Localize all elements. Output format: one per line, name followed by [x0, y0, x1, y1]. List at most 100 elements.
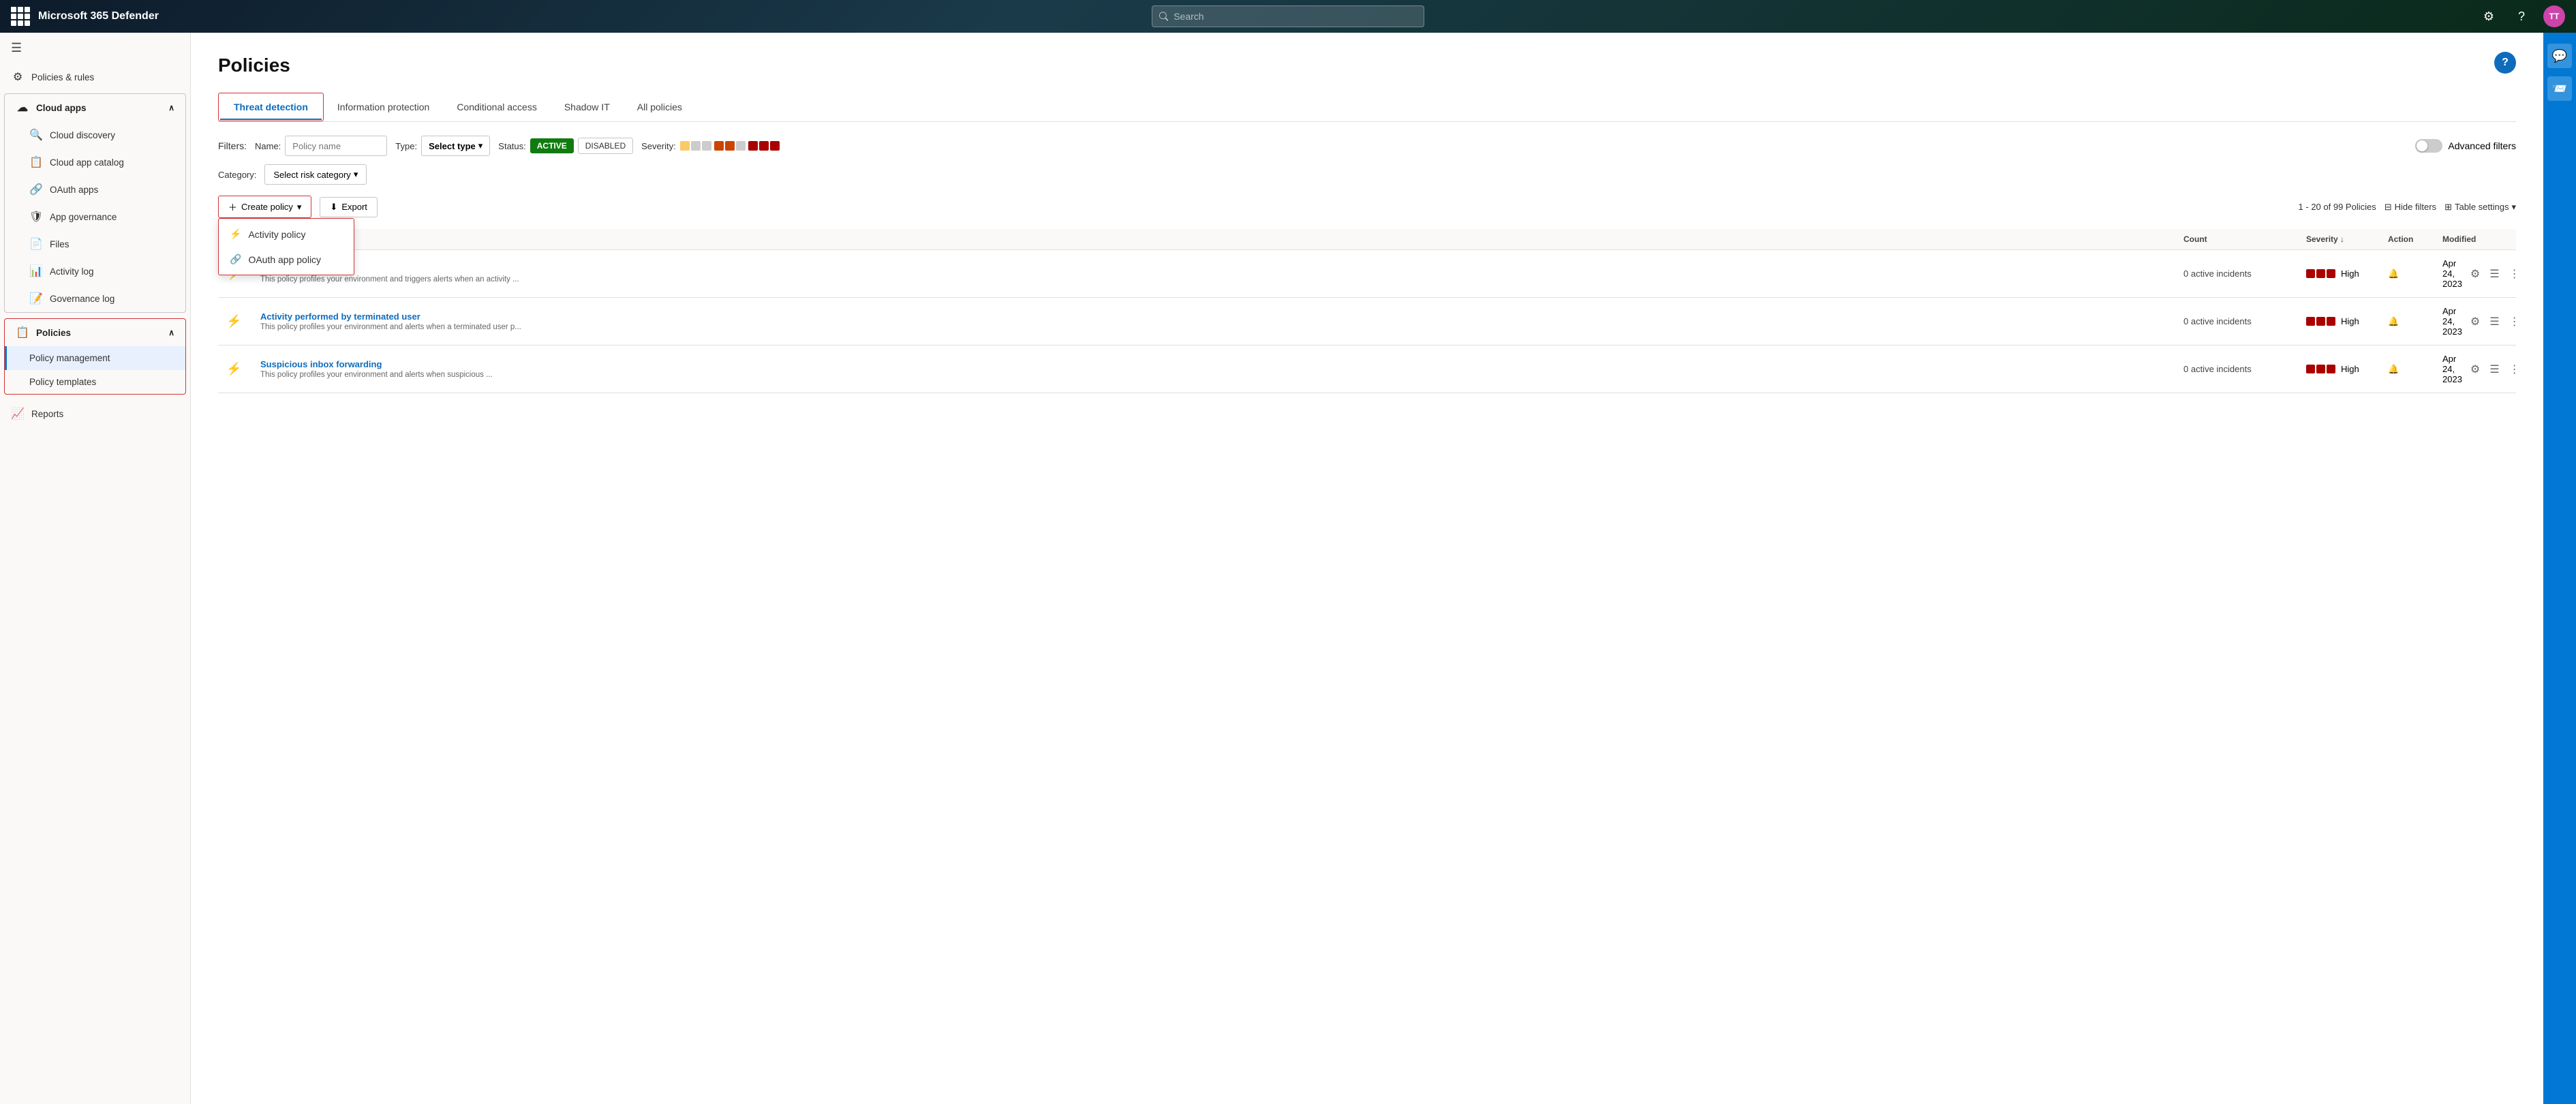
row-settings-2[interactable]: ⚙ [2468, 361, 2483, 378]
th-severity[interactable]: Severity ↓ [2298, 234, 2380, 244]
row-list-1[interactable]: ☰ [2487, 313, 2502, 330]
table-row: ⚡ Activity performed by terminated user … [218, 298, 2516, 346]
search-bar[interactable] [1152, 5, 1424, 27]
sidebar-item-oauth-apps[interactable]: 🔗 OAuth apps [5, 176, 185, 203]
advanced-filters-switch[interactable] [2415, 139, 2442, 153]
row-list-2[interactable]: ☰ [2487, 361, 2502, 378]
cloud-apps-icon: ☁ [16, 101, 29, 114]
row-more-1[interactable]: ⋮ [2506, 313, 2523, 330]
sidebar-item-policies-rules[interactable]: ⚙ Policies & rules [0, 63, 190, 91]
sidebar-label-activity-log: Activity log [50, 266, 94, 277]
filter-severity-group: Severity: [641, 141, 780, 151]
filter-name-group: Name: [255, 136, 387, 156]
sidebar-item-governance-log[interactable]: 📝 Governance log [5, 285, 185, 312]
export-button[interactable]: ⬇ Export [320, 197, 377, 217]
action-bell-1: 🔔 [2388, 316, 2399, 326]
create-policy-button[interactable]: ＋ Create policy ▾ [218, 196, 311, 218]
sidebar-label-cloud-apps: Cloud apps [36, 103, 87, 113]
policy-name-link-1[interactable]: Activity performed by terminated user [260, 311, 2167, 322]
tab-all-policies[interactable]: All policies [624, 93, 696, 121]
tab-shadow-it[interactable]: Shadow IT [551, 93, 624, 121]
sidebar-label-reports: Reports [31, 409, 63, 419]
avatar[interactable]: TT [2543, 5, 2565, 27]
category-chevron: ▾ [354, 169, 358, 180]
sidebar-item-policy-management[interactable]: Policy management [5, 346, 185, 370]
create-policy-dropdown: ⚡ Activity policy 🔗 OAuth app policy [218, 218, 354, 275]
tab-threat-detection[interactable]: Threat detection [220, 95, 322, 119]
row-severity-2: High [2298, 364, 2380, 374]
search-input[interactable] [1174, 11, 1417, 22]
row-more-0[interactable]: ⋮ [2506, 266, 2523, 282]
sidebar-item-cloud-app-catalog[interactable]: 📋 Cloud app catalog [5, 149, 185, 176]
sidebar-item-policies[interactable]: 📋 Policies ∧ [5, 319, 185, 346]
sev-sq-3 [2327, 269, 2335, 278]
app-governance-icon: 🛡 [29, 210, 43, 224]
right-panel-chat-button[interactable]: 💬 [2547, 44, 2572, 68]
count-text: 1 - 20 of 99 Policies [2299, 202, 2376, 212]
row-more-2[interactable]: ⋮ [2506, 361, 2523, 378]
search-icon [1159, 12, 1168, 21]
filter-type-select[interactable]: Select type ▾ [421, 136, 490, 156]
sidebar-item-cloud-discovery[interactable]: 🔍 Cloud discovery [5, 121, 185, 149]
table-settings-chevron: ▾ [2511, 202, 2516, 213]
severity-high-icon[interactable] [748, 141, 780, 151]
row-severity-1: High [2298, 316, 2380, 326]
sidebar-item-cloud-apps[interactable]: ☁ Cloud apps ∧ [5, 94, 185, 121]
create-chevron: ▾ [297, 202, 302, 213]
th-action: Action [2380, 234, 2434, 244]
sidebar-item-files[interactable]: 📄 Files [5, 230, 185, 258]
severity-label-2: High [2341, 364, 2359, 374]
right-panel: 💬 📨 [2543, 33, 2576, 1104]
sev-sq-3b [2327, 365, 2335, 373]
table-settings-button[interactable]: ⊞ Table settings ▾ [2444, 202, 2516, 213]
topbar: Microsoft 365 Defender ⚙ ? TT [0, 0, 2576, 33]
row-settings-0[interactable]: ⚙ [2468, 266, 2483, 282]
action-bell-0: 🔔 [2388, 269, 2399, 279]
policy-desc-2: This policy profiles your environment an… [260, 371, 2167, 379]
advanced-filters-toggle[interactable]: Advanced filters [2415, 139, 2516, 153]
sidebar-item-activity-log[interactable]: 📊 Activity log [5, 258, 185, 285]
policy-name-link-0[interactable]: Activity policy [260, 264, 2167, 274]
sidebar-label-policies-rules: Policies & rules [31, 72, 94, 82]
filter-name-input[interactable] [285, 136, 387, 156]
filter-icon: ⊟ [2385, 202, 2392, 213]
dropdown-oauth-app-policy[interactable]: 🔗 OAuth app policy [219, 247, 354, 272]
policy-name-link-2[interactable]: Suspicious inbox forwarding [260, 359, 2167, 369]
status-disabled-button[interactable]: DISABLED [578, 138, 633, 154]
row-actions-2: ⚙ ☰ ⋮ [2468, 361, 2523, 378]
dropdown-activity-policy[interactable]: ⚡ Activity policy [219, 221, 354, 247]
toolbar-container: ＋ Create policy ▾ ⚡ Activity policy 🔗 OA… [218, 196, 2516, 393]
row-list-0[interactable]: ☰ [2487, 266, 2502, 282]
sidebar-item-reports[interactable]: 📈 Reports [0, 400, 190, 427]
row-settings-1[interactable]: ⚙ [2468, 313, 2483, 330]
waffle-menu[interactable] [11, 7, 30, 26]
sev-sq-1b [2306, 365, 2315, 373]
export-label: Export [341, 202, 367, 212]
tab-conditional-access[interactable]: Conditional access [443, 93, 551, 121]
sidebar-item-policy-templates[interactable]: Policy templates [5, 370, 185, 394]
table-settings-icon: ⊞ [2444, 202, 2452, 213]
filter-type-group: Type: Select type ▾ [395, 136, 490, 156]
settings-icon[interactable]: ⚙ [2478, 5, 2500, 27]
severity-low-icon[interactable] [680, 141, 711, 151]
help-icon[interactable]: ? [2511, 5, 2532, 27]
sidebar-label-cloud-app-catalog: Cloud app catalog [50, 157, 124, 168]
filter-status-label: Status: [498, 141, 525, 151]
sidebar-hamburger[interactable]: ☰ [0, 33, 190, 63]
category-select[interactable]: Select risk category ▾ [264, 164, 367, 185]
sidebar-item-app-governance[interactable]: 🛡 App governance [5, 203, 185, 230]
sev-sq-2 [2316, 269, 2325, 278]
sidebar-label-governance-log: Governance log [50, 294, 114, 304]
status-active-button[interactable]: ACTIVE [530, 138, 574, 153]
th-modified: Modified [2434, 234, 2516, 244]
help-button[interactable]: ? [2494, 52, 2516, 74]
severity-medium-icon[interactable] [714, 141, 746, 151]
row-icon-1: ⚡ [218, 314, 252, 328]
tab-information-protection[interactable]: Information protection [324, 93, 443, 121]
reports-icon: 📈 [11, 407, 25, 420]
right-panel-feedback-button[interactable]: 📨 [2547, 76, 2572, 101]
app-title: Microsoft 365 Defender [38, 10, 159, 22]
toggle-knob [2417, 140, 2427, 151]
severity-squares-1 [2306, 317, 2335, 326]
hide-filters-button[interactable]: ⊟ Hide filters [2385, 202, 2436, 213]
